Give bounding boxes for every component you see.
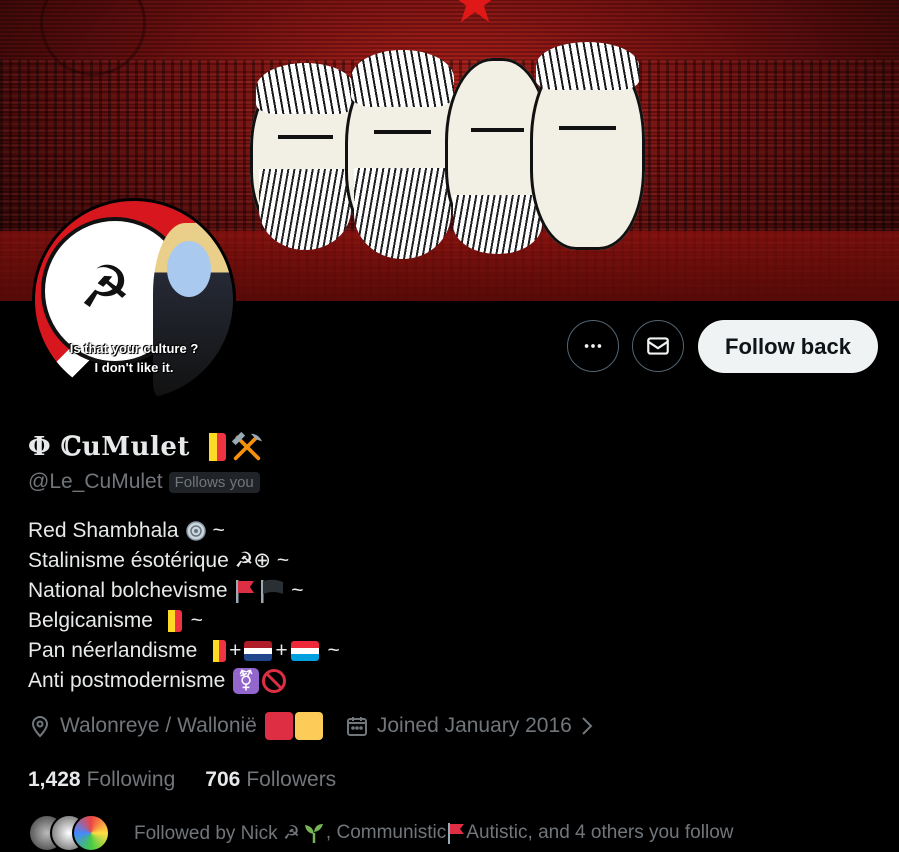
followers-label: Followers (246, 768, 337, 791)
belgium-flag-icon (206, 640, 227, 662)
prohibited-icon (262, 669, 287, 693)
follows-you-badge: Follows you (168, 471, 260, 493)
portrait-4 (530, 42, 645, 250)
banner-portraits (240, 40, 680, 270)
bio-line: Pan néerlandisme + + ~ (28, 636, 340, 666)
bio-line: National bolchevisme ~ (28, 576, 340, 606)
profile-bio: Red Shambhala ~ Stalinisme ésotérique ☭⊕… (28, 516, 340, 696)
red-flag-icon (236, 580, 255, 603)
transgender-symbol-icon: ⚧ (233, 668, 260, 694)
followed-by-text: , Communistic (325, 822, 447, 843)
luxembourg-flag-icon (290, 641, 319, 661)
bio-text: + (229, 639, 242, 662)
followers-count: 706 (205, 768, 241, 791)
belgium-flag-icon (161, 610, 182, 632)
following-count: 1,428 (28, 768, 81, 791)
red-flag-icon (448, 823, 465, 844)
chevron-right-icon[interactable] (578, 715, 596, 737)
calendar-icon (346, 717, 367, 736)
follower-avatar[interactable] (72, 814, 110, 852)
profile-name-row: Φ ℂuMulet (28, 430, 264, 464)
bio-line: Anti postmodernisme ⚧ (28, 666, 340, 696)
bio-text: ~ (271, 549, 290, 572)
envelope-icon (647, 337, 669, 355)
followed-by[interactable]: Followed by Nick ☭ , Communistic Autisti… (28, 814, 733, 852)
wallonia-red-square-icon (264, 712, 293, 740)
followed-by-text: Followed by Nick ☭ (134, 822, 300, 844)
bio-text: Belgicanisme (28, 609, 159, 632)
bio-line: Belgicanisme ~ (28, 606, 340, 636)
followers-link[interactable]: 706 Followers (205, 768, 336, 792)
location-pin-icon (31, 716, 49, 738)
netherlands-flag-icon (244, 641, 273, 661)
black-flag-icon (261, 579, 284, 603)
avatar-caption-line1: Is that your culture ? (69, 341, 199, 356)
avatar-image: ☭ Is that your culture ? I don't like it… (35, 201, 233, 399)
bio-line: Red Shambhala ~ (28, 516, 340, 546)
bio-text: Red Shambhala (28, 519, 179, 542)
bio-text: ~ (206, 519, 225, 542)
bio-text: Pan néerlandisme (28, 639, 204, 662)
bio-text: ~ (184, 609, 203, 632)
message-button[interactable] (632, 320, 684, 372)
avatar-caption: Is that your culture ? I don't like it. (35, 339, 233, 377)
banner-star-icon: ★ (448, 0, 502, 35)
more-button[interactable] (567, 320, 619, 372)
profile-meta: Walonreye / Wallonië Joined January 2016 (28, 712, 604, 740)
bio-line: Stalinisme ésotérique ☭⊕ ~ (28, 546, 340, 576)
hammer-pick-icon (231, 431, 263, 461)
location-text: Walonreye / Wallonië (60, 714, 257, 737)
profile-avatar[interactable]: ☭ Is that your culture ? I don't like it… (32, 198, 236, 402)
display-name: Φ ℂuMulet (28, 432, 190, 462)
follow-stats: 1,428 Following 706 Followers (28, 768, 336, 792)
belgium-flag-icon (199, 433, 226, 461)
profile-handle: @Le_CuMulet (28, 470, 163, 493)
handle-row: @Le_CuMulet Follows you (28, 470, 260, 494)
bio-text: ~ (321, 639, 340, 662)
portrait-1 (250, 63, 360, 251)
follow-back-button[interactable]: Follow back (698, 320, 878, 373)
hammer-sickle-icon: ☭ (79, 255, 131, 320)
followed-by-text: Autistic, and 4 others you follow (466, 822, 734, 843)
following-label: Following (86, 768, 176, 791)
joined-date[interactable]: Joined January 2016 (377, 714, 572, 738)
avatar-caption-line2: I don't like it. (94, 360, 174, 375)
bio-text: Anti postmodernisme (28, 669, 232, 692)
bio-text: Stalinisme ésotérique ☭⊕ (28, 549, 272, 572)
wallonia-yellow-square-icon (294, 712, 323, 740)
dharma-wheel-icon (185, 521, 206, 541)
following-link[interactable]: 1,428 Following (28, 768, 175, 792)
bio-text: National bolchevisme (28, 579, 234, 602)
avatar-face (167, 241, 211, 297)
seedling-icon (304, 824, 323, 843)
bio-text: ~ (285, 579, 304, 602)
more-horizontal-icon (584, 344, 602, 348)
portrait-2 (345, 50, 460, 260)
bio-text: + (275, 639, 288, 662)
